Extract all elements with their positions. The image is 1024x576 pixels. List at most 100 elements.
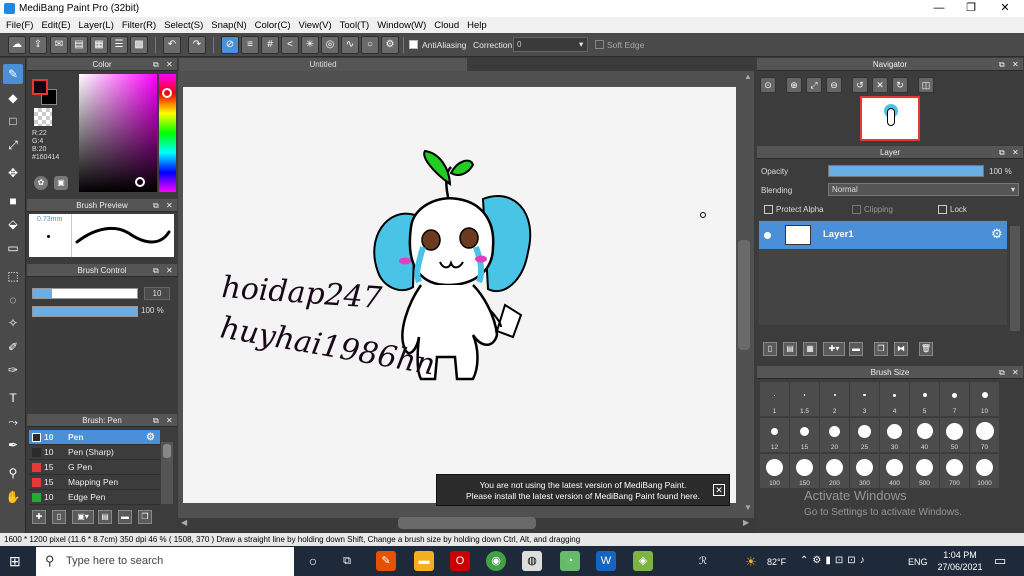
- brush-size-option[interactable]: 12: [760, 418, 789, 452]
- brush-size-option[interactable]: 1.5: [790, 382, 819, 416]
- brush-size-option[interactable]: 20: [820, 418, 849, 452]
- select-eraser-icon[interactable]: ✑: [3, 360, 23, 380]
- folder-icon[interactable]: ▬: [118, 510, 132, 524]
- brush-size-option[interactable]: 100: [760, 454, 789, 488]
- brush-size-option[interactable]: 700: [940, 454, 969, 488]
- scroll-left-icon[interactable]: ◀: [181, 518, 187, 527]
- brush-size-option[interactable]: 50: [940, 418, 969, 452]
- brush-size-option[interactable]: 5: [910, 382, 939, 416]
- menu-window[interactable]: Window(W): [375, 20, 432, 31]
- lock-checkbox[interactable]: [938, 205, 947, 214]
- parallel-snap-icon[interactable]: ≡: [241, 36, 259, 54]
- palette-icon[interactable]: ✿: [34, 176, 48, 190]
- brush-size-option[interactable]: 15: [790, 418, 819, 452]
- close-icon[interactable]: ✕: [166, 264, 173, 277]
- brush-size-option[interactable]: 4: [880, 382, 909, 416]
- scroll-right-icon[interactable]: ▶: [743, 518, 749, 527]
- opera-icon[interactable]: O: [450, 551, 470, 571]
- tray-icons[interactable]: ⌃⚙▮⊡⊡♪: [800, 555, 869, 566]
- medibang-icon[interactable]: ◍: [522, 551, 542, 571]
- brush-item-mapping-pen[interactable]: 15 Mapping Pen: [29, 475, 160, 490]
- brush-item-pen-sharp[interactable]: 10 Pen (Sharp): [29, 445, 160, 460]
- menu-filter[interactable]: Filter(R): [120, 20, 162, 31]
- float-icon[interactable]: ⧉: [153, 199, 159, 212]
- rotate-reset-icon[interactable]: ✕: [872, 77, 888, 93]
- close-icon[interactable]: ✕: [1012, 366, 1019, 379]
- fit-window-icon[interactable]: ⤢: [806, 77, 822, 93]
- shape-tool-icon[interactable]: ■: [3, 191, 23, 211]
- dot-tool-icon[interactable]: □: [3, 111, 23, 131]
- float-icon[interactable]: ⧉: [999, 58, 1005, 71]
- chevron-down-icon[interactable]: ▾: [579, 39, 583, 50]
- layer-folder-icon[interactable]: ▬: [849, 342, 863, 356]
- new-8bit-layer-icon[interactable]: ▦: [803, 342, 817, 356]
- notification-icon[interactable]: ▭: [994, 553, 1006, 569]
- vertical-scrollbar[interactable]: [738, 240, 750, 350]
- float-icon[interactable]: ⧉: [153, 58, 159, 71]
- restore-button[interactable]: ❐: [956, 1, 986, 16]
- float-icon[interactable]: ⧉: [999, 146, 1005, 159]
- word-icon[interactable]: W: [596, 551, 616, 571]
- antialiasing-checkbox[interactable]: [409, 40, 418, 49]
- float-icon[interactable]: ⧉: [153, 264, 159, 277]
- scroll-up-icon[interactable]: ▲: [744, 72, 752, 81]
- brush-opacity-slider[interactable]: [32, 306, 138, 317]
- zoom-in-icon[interactable]: ⊕: [786, 77, 802, 93]
- people-icon[interactable]: ℛ: [699, 556, 707, 567]
- palette-add-icon[interactable]: ▣: [54, 176, 68, 190]
- brush-size-option[interactable]: 1: [760, 382, 789, 416]
- close-icon[interactable]: ✕: [166, 58, 173, 71]
- brush-size-option[interactable]: 25: [850, 418, 879, 452]
- clock[interactable]: 1:04 PM 27/06/2021: [936, 549, 984, 573]
- menu-edit[interactable]: Edit(E): [39, 20, 76, 31]
- brush-size-option[interactable]: 200: [820, 454, 849, 488]
- fill-tool-icon[interactable]: ⬙: [3, 214, 23, 234]
- snap-settings-icon[interactable]: ⚙: [381, 36, 399, 54]
- menu-select[interactable]: Select(S): [162, 20, 209, 31]
- brush-size-option[interactable]: 300: [850, 454, 879, 488]
- taskbar-search-input[interactable]: Type here to search: [36, 547, 294, 576]
- brush-size-option[interactable]: 7: [940, 382, 969, 416]
- magic-wand-icon[interactable]: ✧: [3, 313, 23, 333]
- brush-size-option[interactable]: 2: [820, 382, 849, 416]
- menu-cloud[interactable]: Cloud: [432, 20, 465, 31]
- foreground-color-swatch[interactable]: [32, 79, 48, 95]
- share-icon[interactable]: ⇪: [29, 36, 47, 54]
- rotate-right-icon[interactable]: ↻: [892, 77, 908, 93]
- brush-list-scrollbar[interactable]: [161, 442, 173, 504]
- merge-layer-icon[interactable]: ⧓: [894, 342, 908, 356]
- grid-icon[interactable]: ▩: [130, 36, 148, 54]
- soft-edge-checkbox[interactable]: [595, 40, 604, 49]
- brush-settings-icon[interactable]: ▤: [98, 510, 112, 524]
- cross-snap-icon[interactable]: #: [261, 36, 279, 54]
- menu-color[interactable]: Color(C): [253, 20, 297, 31]
- close-button[interactable]: ✕: [990, 1, 1020, 16]
- brush-item-pen[interactable]: 10 Pen ⚙: [29, 430, 160, 445]
- brush-item-edge-pen[interactable]: 10 Edge Pen: [29, 490, 160, 505]
- select-pen-icon[interactable]: ✐: [3, 337, 23, 357]
- duplicate-icon[interactable]: ❐: [138, 510, 152, 524]
- hand-tool-icon[interactable]: ✋: [3, 487, 23, 507]
- select-tool-icon[interactable]: ⬚: [3, 266, 23, 286]
- gradient-tool-icon[interactable]: ▭: [3, 238, 23, 258]
- brush-size-value[interactable]: 10: [144, 287, 170, 300]
- lasso-tool-icon[interactable]: ◌: [3, 290, 23, 310]
- transparent-color-swatch[interactable]: [34, 108, 52, 126]
- add-brush-icon[interactable]: ✚: [32, 510, 46, 524]
- bluestacks-icon[interactable]: ◈: [633, 551, 653, 571]
- windows-start-icon[interactable]: ⊞: [9, 553, 25, 569]
- delete-layer-icon[interactable]: 🗑: [919, 342, 933, 356]
- document-tab[interactable]: Untitled: [179, 58, 467, 71]
- minimize-button[interactable]: —: [924, 1, 954, 16]
- add-layer-menu-icon[interactable]: ✚▾: [823, 342, 845, 356]
- brush-size-option[interactable]: 400: [880, 454, 909, 488]
- eyedropper-tool-icon[interactable]: ⚲: [3, 463, 23, 483]
- clipping-checkbox[interactable]: [852, 205, 861, 214]
- menu-help[interactable]: Help: [465, 20, 493, 31]
- comment-icon[interactable]: ✉: [50, 36, 68, 54]
- cloud-icon[interactable]: ☁: [8, 36, 26, 54]
- new-halftone-layer-icon[interactable]: ▤: [783, 342, 797, 356]
- blur-tool-icon[interactable]: ⤢: [3, 135, 23, 155]
- brush-size-option[interactable]: 30: [880, 418, 909, 452]
- blending-select[interactable]: Normal ▾: [828, 183, 1019, 196]
